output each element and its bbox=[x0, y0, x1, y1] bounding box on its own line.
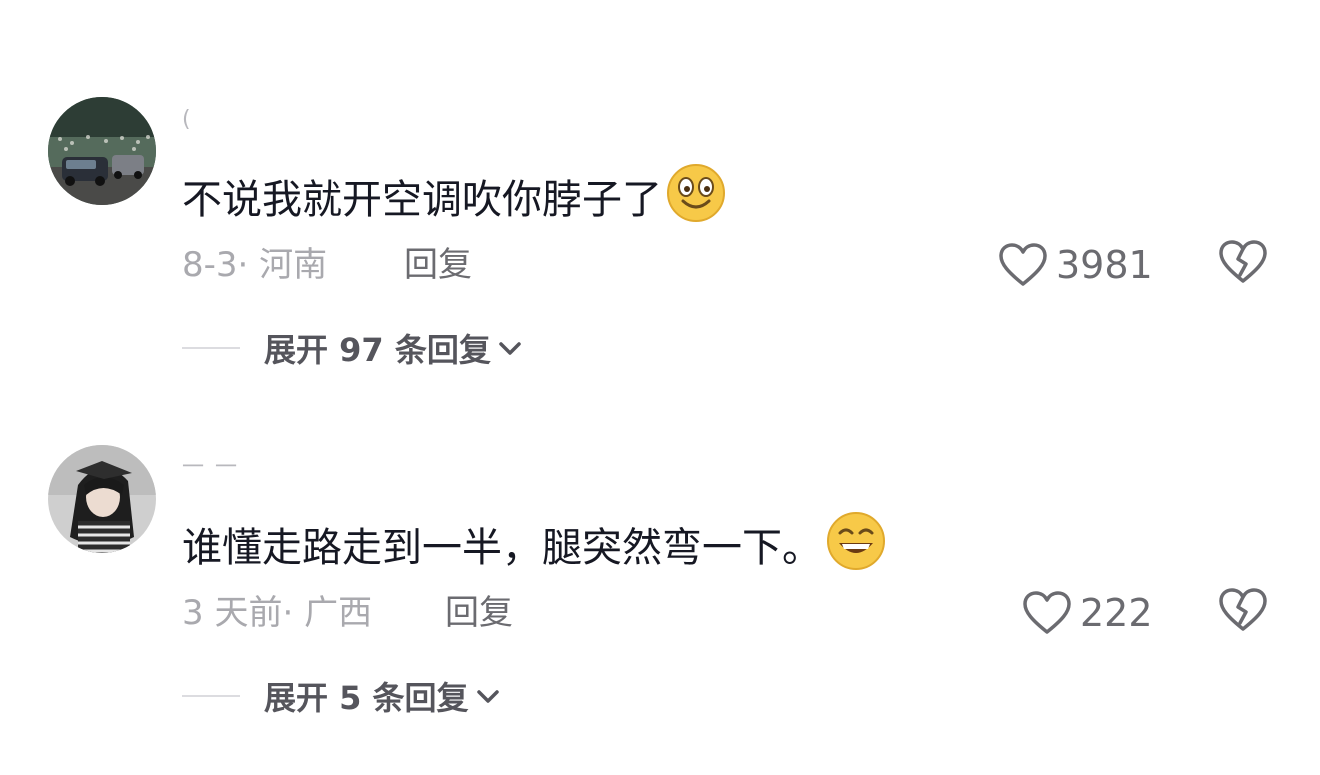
avatar-image bbox=[48, 445, 156, 553]
expand-replies-button[interactable]: 展开 5 条回复 bbox=[182, 671, 501, 721]
comment-text-body: 不说我就开空调吹你脖子了 bbox=[182, 177, 662, 223]
avatar-image bbox=[48, 97, 156, 205]
divider-line bbox=[182, 695, 240, 697]
expand-replies-label: 展开 97 条回复 bbox=[264, 331, 491, 369]
reply-button[interactable]: 回复 bbox=[445, 591, 513, 635]
like-count: 3981 bbox=[1056, 243, 1153, 287]
comment-date: 8-3 bbox=[182, 245, 238, 285]
expand-replies-label: 展开 5 条回复 bbox=[264, 679, 469, 717]
like-count: 222 bbox=[1080, 591, 1153, 635]
heart-icon bbox=[999, 243, 1047, 286]
dislike-button[interactable] bbox=[1218, 239, 1272, 291]
comment-meta: 8-3· 河南 bbox=[182, 243, 327, 287]
avatar[interactable] bbox=[48, 445, 156, 553]
username[interactable]: 一 一 bbox=[182, 453, 239, 483]
dislike-button[interactable] bbox=[1218, 587, 1272, 639]
comment-region: · 广西 bbox=[282, 593, 373, 633]
like-button[interactable]: 3981 bbox=[998, 239, 1153, 291]
comment-text: 谁懂走路走到一半，腿突然弯一下。 bbox=[182, 511, 886, 586]
comment-meta: 3 天前· 广西 bbox=[182, 591, 372, 635]
comment-item: 一 一 谁懂走路走到一半，腿突然弯一下。 3 天前· 广西 回复 222 展开 … bbox=[0, 445, 1320, 745]
avatar[interactable] bbox=[48, 97, 156, 205]
like-button[interactable]: 222 bbox=[1022, 587, 1153, 639]
reply-button[interactable]: 回复 bbox=[404, 243, 472, 287]
comment-date: 3 天前 bbox=[182, 593, 283, 633]
expand-replies-button[interactable]: 展开 97 条回复 bbox=[182, 323, 523, 373]
comment-text-body: 谁懂走路走到一半，腿突然弯一下。 bbox=[182, 525, 822, 571]
username[interactable]: ( bbox=[182, 105, 193, 135]
smiling-face-emoji-icon bbox=[666, 163, 726, 238]
chevron-down-icon bbox=[476, 690, 499, 703]
chevron-down-icon bbox=[499, 342, 521, 355]
previous-text-fragment bbox=[0, 0, 1320, 8]
heart-icon bbox=[1023, 591, 1071, 634]
broken-heart-icon bbox=[1219, 240, 1267, 283]
grinning-face-emoji-icon bbox=[826, 511, 886, 586]
comment-item: ( 不说我就开空调吹你脖子了 8-3· 河南 回复 3981 展开 97 条回复 bbox=[0, 97, 1320, 397]
comment-text: 不说我就开空调吹你脖子了 bbox=[182, 163, 726, 238]
broken-heart-icon bbox=[1219, 588, 1267, 631]
divider-line bbox=[182, 347, 240, 349]
comment-region: · 河南 bbox=[237, 245, 328, 285]
